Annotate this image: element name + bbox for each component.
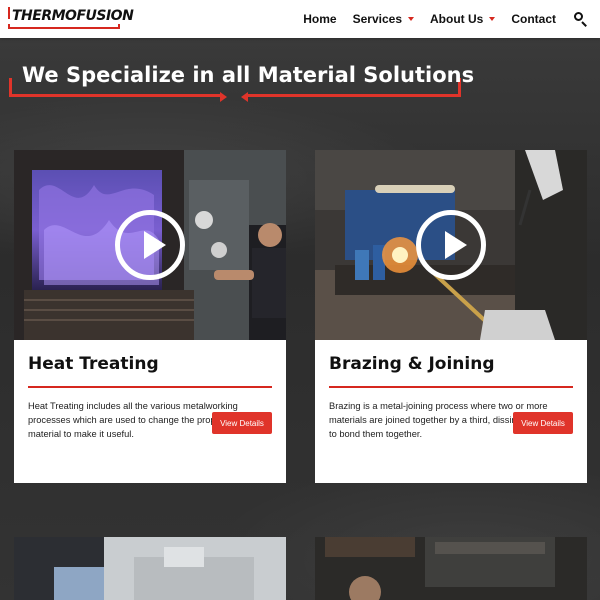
card-title: Brazing & Joining [329,354,495,374]
machining-photo [14,537,286,600]
card-video-thumbnail[interactable] [315,150,587,340]
logo-underline [8,24,120,29]
chevron-down-icon [489,17,496,21]
card-title: Heat Treating [28,354,159,374]
card-divider [329,386,573,388]
chevron-down-icon [408,17,414,21]
nav-contact[interactable]: Contact [511,12,556,26]
view-details-button[interactable]: View Details [513,412,573,434]
play-icon[interactable] [416,210,486,280]
nav-home[interactable]: Home [303,12,336,26]
page-title: We Specialize in all Material Solutions [22,63,475,87]
search-icon[interactable] [574,12,588,27]
service-card-heat-treating: Heat Treating Heat Treating includes all… [14,150,286,483]
card-divider [28,386,272,388]
arrow-right-icon [220,92,227,102]
card-video-thumbnail[interactable] [14,150,286,340]
service-card-partial[interactable] [14,537,286,600]
service-card-partial[interactable] [315,537,587,600]
furnace-photo [315,537,587,600]
main-nav: Home Services About Us Contact [287,0,588,38]
site-header: THERMOFUSION Home Services About Us Cont… [0,0,600,38]
view-details-button[interactable]: View Details [212,412,272,434]
logo-text: THERMOFUSION [12,8,134,24]
nav-about-us[interactable]: About Us [430,12,496,26]
site-logo[interactable]: THERMOFUSION [8,7,134,31]
play-icon[interactable] [115,210,185,280]
service-card-brazing-joining: Brazing & Joining Brazing is a metal-joi… [315,150,587,483]
nav-services[interactable]: Services [353,12,414,26]
